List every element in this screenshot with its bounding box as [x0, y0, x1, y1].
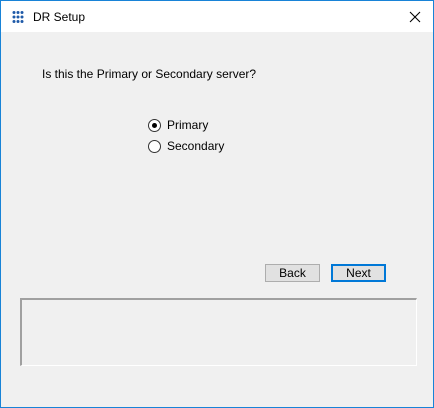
status-box	[20, 298, 417, 366]
window-title: DR Setup	[33, 10, 86, 24]
close-icon	[409, 11, 421, 22]
title-bar[interactable]: DR Setup	[1, 1, 433, 32]
back-button[interactable]: Back	[265, 264, 320, 282]
radio-label-primary[interactable]: Primary	[167, 118, 208, 132]
radio-button-secondary[interactable]	[148, 139, 161, 153]
server-type-question: Is this the Primary or Secondary server?	[42, 67, 257, 81]
next-button[interactable]: Next	[331, 264, 386, 282]
radio-button-primary[interactable]	[148, 118, 161, 132]
radio-secondary[interactable]: Secondary	[148, 138, 224, 154]
dots-grid-icon	[12, 11, 24, 23]
radio-selected-dot	[152, 122, 157, 128]
radio-label-secondary[interactable]: Secondary	[167, 139, 224, 153]
dr-setup-window: DR Setup Is this the Primary or Secondar…	[0, 0, 434, 408]
close-button[interactable]	[397, 1, 433, 32]
radio-primary[interactable]: Primary	[148, 117, 208, 133]
